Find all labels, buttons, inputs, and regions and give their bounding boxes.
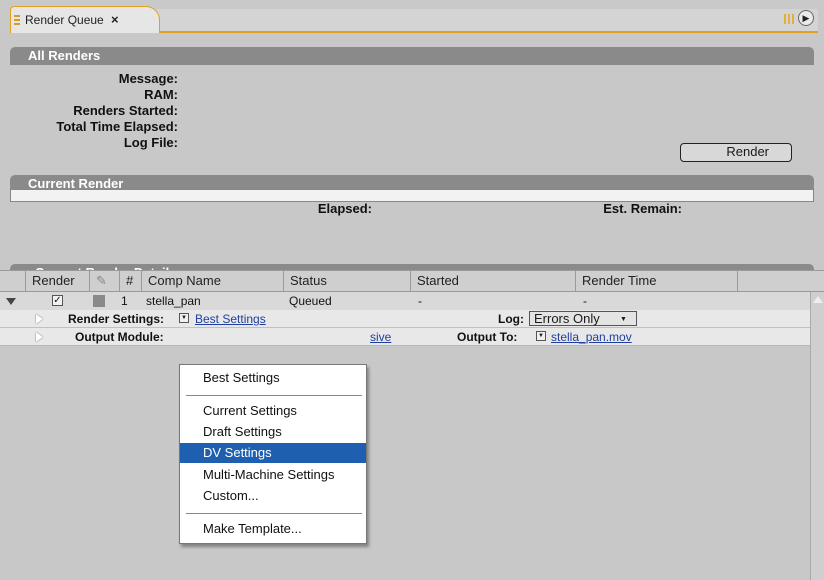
column-number[interactable]: #	[119, 271, 141, 291]
label-message: Message:	[118, 71, 178, 86]
output-to-link[interactable]: stella_pan.mov	[551, 330, 632, 344]
expand-triangle-icon[interactable]	[6, 298, 16, 305]
render-settings-link[interactable]: Best Settings	[195, 312, 266, 326]
section-title: All Renders	[28, 48, 101, 63]
panel-menu-button[interactable]: ▶	[784, 9, 820, 29]
column-empty	[737, 271, 810, 291]
render-queue-table-header: Render ✎ # Comp Name Status Started Rend…	[0, 270, 824, 292]
table-row[interactable]: ✓ 1 stella_pan Queued - -	[0, 292, 810, 310]
menu-separator	[186, 395, 362, 396]
output-module-row: Output Module: sive Output To: ▼ stella_…	[0, 328, 810, 346]
label-ram: RAM:	[144, 87, 178, 102]
menu-item-draft-settings[interactable]: Draft Settings	[180, 422, 366, 442]
column-label-tag[interactable]: ✎	[89, 271, 119, 291]
render-checkbox[interactable]: ✓	[52, 295, 63, 306]
tab-title: Render Queue	[25, 13, 104, 27]
render-button[interactable]: Render	[680, 143, 792, 162]
label-log-file: Log File:	[123, 135, 178, 150]
output-module-link[interactable]: sive	[370, 330, 391, 344]
render-settings-menu: Best Settings Current Settings Draft Set…	[179, 364, 367, 544]
render-settings-dropdown-icon[interactable]: ▼	[179, 313, 189, 323]
label-elapsed: Elapsed:	[317, 201, 372, 216]
label-renders-started: Renders Started:	[73, 103, 178, 118]
menu-item-make-template[interactable]: Make Template...	[180, 519, 366, 539]
column-status[interactable]: Status	[283, 271, 410, 291]
render-settings-row: Render Settings: ▼ Best Settings Log: Er…	[0, 310, 810, 328]
flyout-menu-icon[interactable]: ▶	[798, 10, 814, 26]
column-render-time[interactable]: Render Time	[575, 271, 737, 291]
menu-separator	[186, 513, 362, 514]
disclosure-triangle-icon[interactable]	[36, 314, 43, 324]
column-started[interactable]: Started	[410, 271, 575, 291]
render-queue-table-body: ✓ 1 stella_pan Queued - - Render Setting…	[0, 292, 824, 580]
column-render[interactable]: Render	[25, 271, 89, 291]
status-value: Queued	[289, 294, 332, 308]
render-progress-bar	[10, 189, 814, 202]
label-color-swatch[interactable]	[93, 295, 105, 307]
label-total-time-elapsed: Total Time Elapsed:	[56, 119, 178, 134]
started-value: -	[418, 294, 422, 308]
output-module-label: Output Module:	[75, 330, 164, 344]
log-select-value: Errors Only	[534, 311, 600, 326]
panel-grip-icon	[784, 14, 794, 24]
chevron-down-icon: ▼	[620, 316, 627, 323]
row-number: 1	[121, 294, 128, 308]
column-comp-name[interactable]: Comp Name	[141, 271, 283, 291]
render-settings-label: Render Settings:	[68, 312, 165, 326]
scroll-up-arrow-icon[interactable]	[813, 296, 823, 303]
pencil-tag-icon: ✎	[96, 273, 107, 288]
tab-render-queue[interactable]: Render Queue ×	[10, 6, 160, 33]
menu-item-best-settings[interactable]: Best Settings	[180, 368, 366, 388]
log-select[interactable]: Errors Only ▼	[529, 311, 637, 326]
output-to-label: Output To:	[457, 330, 518, 344]
menu-item-current-settings[interactable]: Current Settings	[180, 401, 366, 421]
menu-item-dv-settings[interactable]: DV Settings	[180, 443, 366, 463]
menu-item-custom[interactable]: Custom...	[180, 486, 366, 506]
section-all-renders: All Renders	[10, 47, 814, 65]
vertical-scrollbar[interactable]	[810, 292, 824, 580]
close-tab-icon[interactable]: ×	[111, 12, 119, 27]
menu-item-multi-machine-settings[interactable]: Multi-Machine Settings	[180, 465, 366, 485]
tab-grip-icon[interactable]	[14, 15, 20, 25]
disclosure-triangle-icon[interactable]	[36, 332, 43, 342]
output-to-dropdown-icon[interactable]: ▼	[536, 331, 546, 341]
label-est-remain: Est. Remain:	[603, 201, 682, 216]
comp-name: stella_pan	[146, 294, 201, 308]
log-label: Log:	[498, 312, 524, 326]
render-time-value: -	[583, 294, 587, 308]
